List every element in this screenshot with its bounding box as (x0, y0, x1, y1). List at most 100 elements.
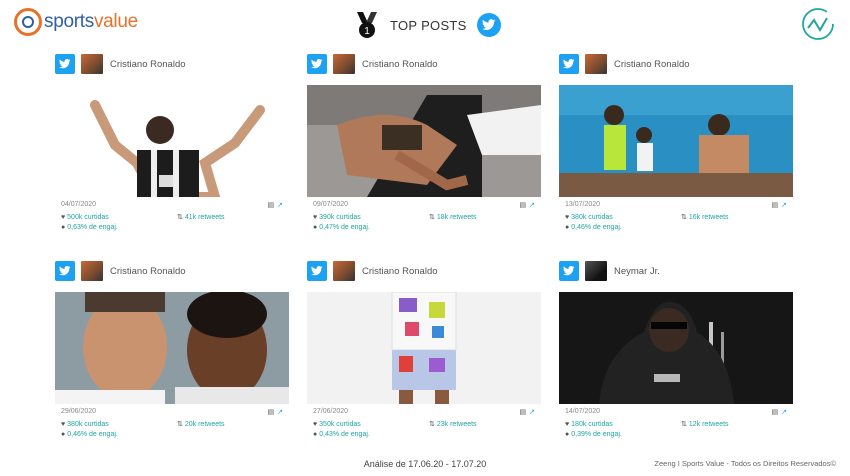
post-image[interactable] (307, 292, 541, 404)
svg-text:1: 1 (364, 26, 370, 37)
details-list-icon[interactable]: ▤ (520, 408, 527, 416)
post-image[interactable] (559, 292, 793, 404)
likes-count: 350k curtidas (319, 420, 361, 428)
logo-mark-icon (14, 8, 42, 36)
medal-first-place-icon: 1 (357, 12, 377, 38)
post-tools: ▤ ↗ (772, 201, 788, 209)
author-avatar (333, 261, 355, 281)
post-meta: 14/07/2020 ▤ ↗ ♥ 180k curtidas ⇅ 12k retwe… (565, 408, 793, 438)
likes-count: 180k curtidas (571, 420, 613, 428)
post-card[interactable]: Cristiano Ronaldo 09/07/2020 ▤ ↗ ♥ 390k c… (307, 53, 541, 233)
post-header: Cristiano Ronaldo (559, 53, 690, 75)
post-date: 14/07/2020 (565, 408, 601, 415)
author-avatar (585, 54, 607, 74)
post-image[interactable] (559, 85, 793, 197)
author-name: Neymar Jr. (614, 265, 660, 277)
post-header: Cristiano Ronaldo (307, 260, 438, 282)
author-avatar (81, 54, 103, 74)
heart-icon: ♥ (313, 420, 318, 428)
post-header: Cristiano Ronaldo (55, 53, 186, 75)
likes-count: 390k curtidas (319, 213, 361, 221)
heart-icon: ♥ (565, 420, 570, 428)
post-tools: ▤ ↗ (268, 408, 284, 416)
retweet-icon: ⇅ (429, 214, 435, 221)
engagement-rate: 0,43% de engaj. (319, 431, 370, 438)
author-avatar (333, 54, 355, 74)
author-name: Cristiano Ronaldo (614, 58, 690, 70)
external-link-icon[interactable]: ↗ (529, 408, 535, 416)
author-name: Cristiano Ronaldo (110, 265, 186, 277)
external-link-icon[interactable]: ↗ (277, 408, 283, 416)
post-date: 27/06/2020 (313, 408, 349, 415)
post-meta: 09/07/2020 ▤ ↗ ♥ 390k curtidas ⇅ 18k retwe… (313, 201, 541, 231)
author-name: Cristiano Ronaldo (110, 58, 186, 70)
twitter-icon[interactable] (307, 54, 327, 74)
retweet-icon: ⇅ (429, 421, 435, 428)
heart-icon: ♥ (61, 213, 66, 221)
twitter-icon[interactable] (55, 54, 75, 74)
heart-icon: ♥ (313, 213, 318, 221)
twitter-icon[interactable] (307, 261, 327, 281)
post-meta: 13/07/2020 ▤ ↗ ♥ 380k curtidas ⇅ 16k retwe… (565, 201, 793, 231)
post-image[interactable] (55, 292, 289, 404)
author-name: Cristiano Ronaldo (362, 265, 438, 277)
post-date: 13/07/2020 (565, 201, 601, 208)
retweets-count: 16k retweets (688, 214, 729, 221)
engagement-rate: 0,39% de engaj. (571, 431, 622, 438)
post-header: Cristiano Ronaldo (55, 260, 186, 282)
details-list-icon[interactable]: ▤ (268, 201, 275, 209)
external-link-icon[interactable]: ↗ (781, 408, 787, 416)
post-date: 29/06/2020 (61, 408, 97, 415)
users-icon: ● (313, 224, 318, 231)
retweet-icon: ⇅ (681, 421, 687, 428)
page-title-group: 1 TOP POSTS (354, 11, 501, 39)
post-meta: 27/06/2020 ▤ ↗ ♥ 350k curtidas ⇅ 23k retwe… (313, 408, 541, 438)
engagement-rate: 0,46% de engaj. (571, 224, 622, 231)
retweet-icon: ⇅ (177, 421, 183, 428)
external-link-icon[interactable]: ↗ (529, 201, 535, 209)
engagement-rate: 0,63% de engaj. (67, 224, 118, 231)
logo-wordmark: sportsvalue (44, 11, 138, 32)
post-date: 09/07/2020 (313, 201, 349, 208)
twitter-icon[interactable] (559, 54, 579, 74)
post-card[interactable]: Neymar Jr. 14/07/2020 ▤ ↗ ♥ 180k curtidas… (559, 260, 793, 440)
author-avatar (585, 261, 607, 281)
twitter-icon[interactable] (55, 261, 75, 281)
details-list-icon[interactable]: ▤ (268, 408, 275, 416)
users-icon: ● (61, 431, 66, 438)
retweets-count: 23k retweets (436, 421, 477, 428)
details-list-icon[interactable]: ▤ (520, 201, 527, 209)
author-name: Cristiano Ronaldo (362, 58, 438, 70)
retweets-count: 18k retweets (436, 214, 477, 221)
post-tools: ▤ ↗ (520, 201, 536, 209)
post-tools: ▤ ↗ (772, 408, 788, 416)
post-card[interactable]: Cristiano Ronaldo 29/06/2020 ▤ ↗ ♥ 380k c… (55, 260, 289, 440)
post-image[interactable] (307, 85, 541, 197)
post-date: 04/07/2020 (61, 201, 97, 208)
trend-line-icon[interactable] (800, 6, 836, 42)
post-meta: 04/07/2020 ▤ ↗ ♥ 500k curtidas ⇅ 41k retwe… (61, 201, 289, 231)
post-card[interactable]: Cristiano Ronaldo 27/06/2020 ▤ ↗ ♥ 350k c… (307, 260, 541, 440)
engagement-rate: 0,47% de engaj. (319, 224, 370, 231)
post-tools: ▤ ↗ (520, 408, 536, 416)
twitter-bird-icon (476, 13, 501, 37)
external-link-icon[interactable]: ↗ (781, 201, 787, 209)
twitter-icon[interactable] (559, 261, 579, 281)
author-avatar (81, 261, 103, 281)
retweet-icon: ⇅ (177, 214, 183, 221)
sportsvalue-logo[interactable]: sportsvalue (14, 8, 138, 36)
page-header: sportsvalue 1 TOP POSTS (0, 0, 850, 50)
likes-count: 380k curtidas (67, 420, 109, 428)
details-list-icon[interactable]: ▤ (772, 408, 779, 416)
users-icon: ● (313, 431, 318, 438)
users-icon: ● (61, 224, 66, 231)
post-tools: ▤ ↗ (268, 201, 284, 209)
details-list-icon[interactable]: ▤ (772, 201, 779, 209)
likes-count: 500k curtidas (67, 213, 109, 221)
post-image[interactable] (55, 85, 289, 197)
external-link-icon[interactable]: ↗ (277, 201, 283, 209)
post-card[interactable]: Cristiano Ronaldo 13/07/2020 ▤ ↗ ♥ 380k c… (559, 53, 793, 233)
post-card[interactable]: Cristiano Ronaldo 04/07/2020 ▤ ↗ ♥ 500k c… (55, 53, 289, 233)
copyright-notice: Zeeng I Sports Value - Todos os Direitos… (654, 459, 836, 468)
retweets-count: 41k retweets (184, 214, 225, 221)
